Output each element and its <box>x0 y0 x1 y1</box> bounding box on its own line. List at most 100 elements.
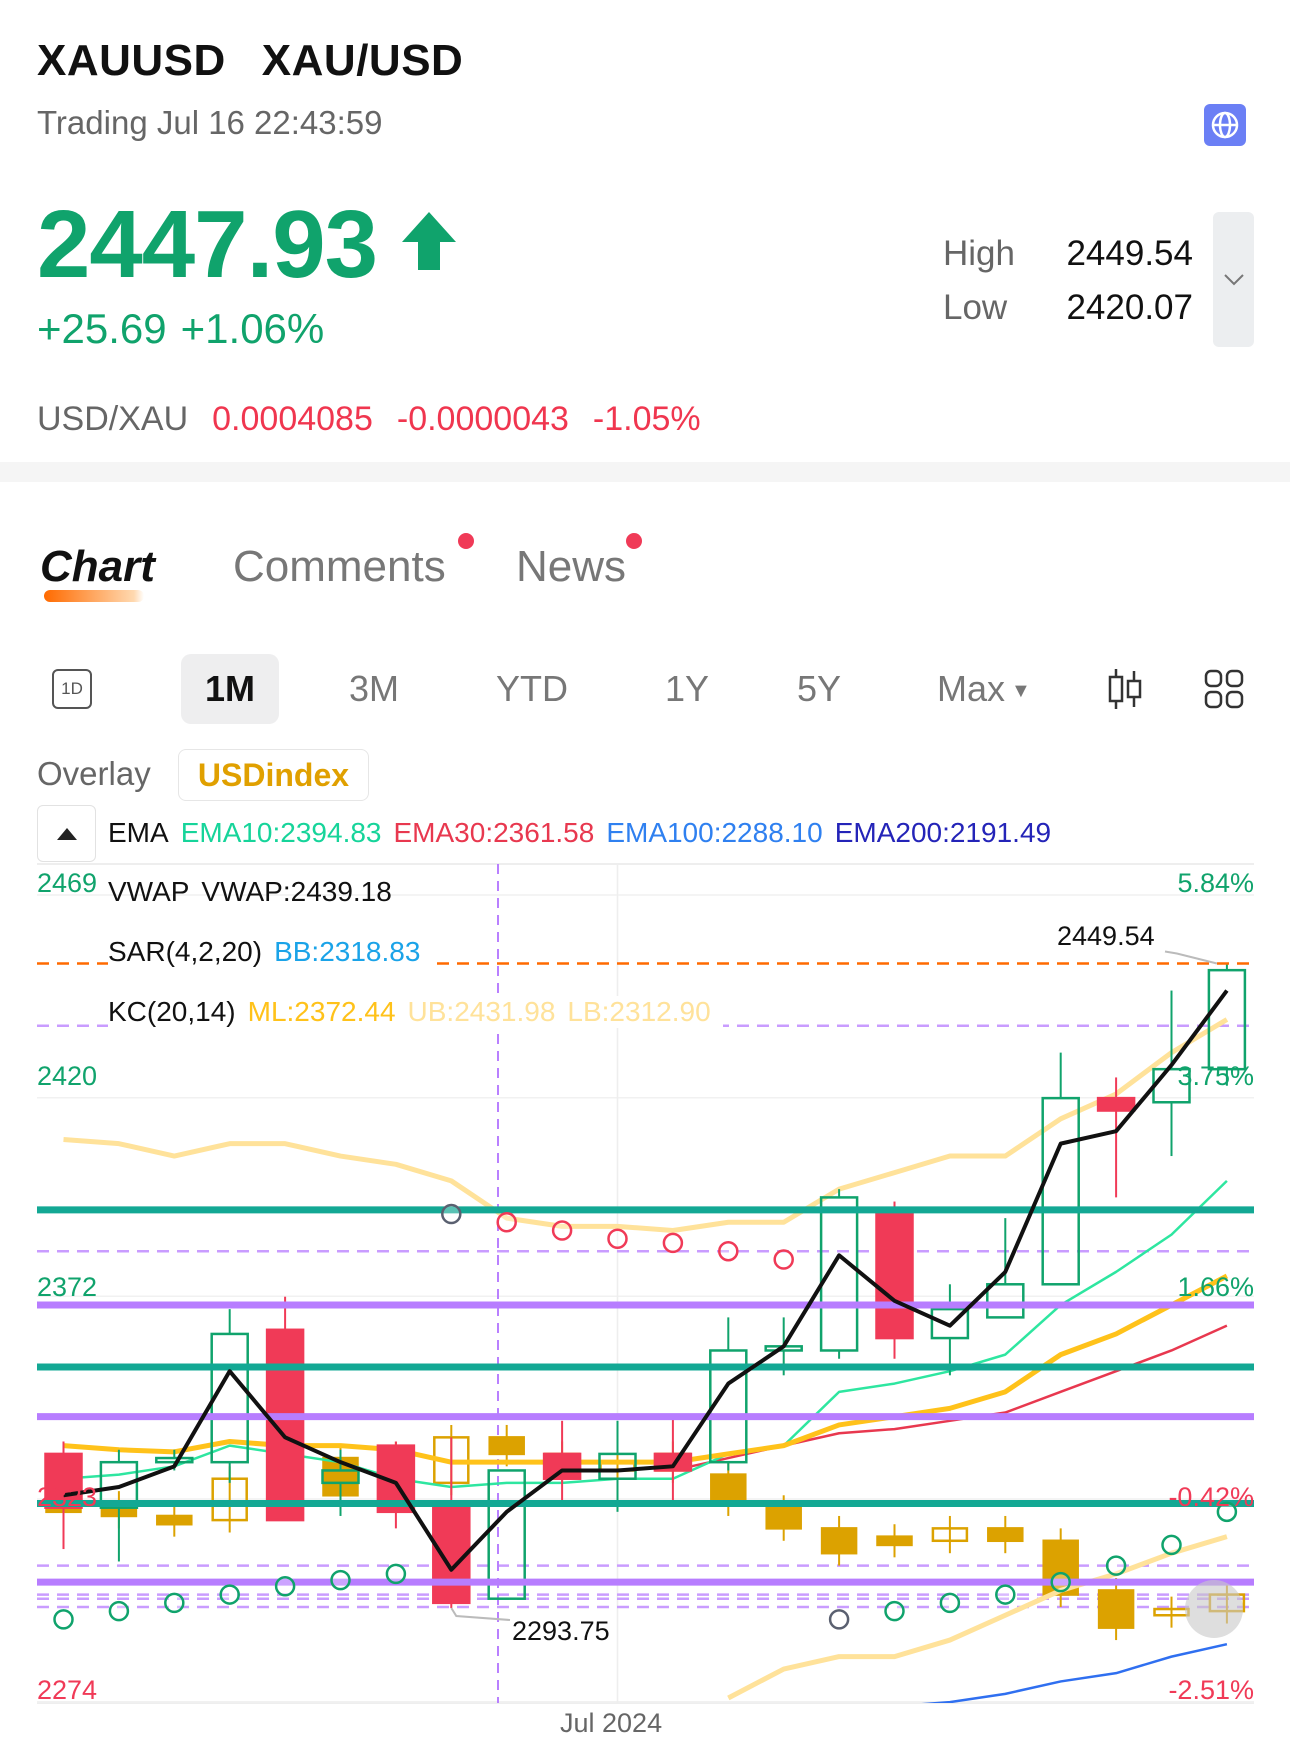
pct-tick-label: 5.84% <box>1177 868 1254 898</box>
kc-legend: KC(20,14) ML:2372.44 UB:2431.98 LB:2312.90 <box>108 996 723 1028</box>
kc-lower-band-line <box>727 1534 1228 1701</box>
pct-tick-label: -2.51% <box>1168 1675 1254 1705</box>
period-max[interactable]: Max ▼ <box>937 668 1031 710</box>
sar-dot <box>164 1592 185 1614</box>
ema10-value: EMA10:2394.83 <box>180 817 382 848</box>
x-axis-label: Jul 2024 <box>560 1708 663 1738</box>
candlestick-icon[interactable] <box>1106 667 1144 716</box>
sar-dot <box>108 1600 130 1622</box>
triangle-up-icon <box>56 827 77 840</box>
low-value: 2420.07 <box>1066 288 1193 327</box>
floating-action-button[interactable] <box>1185 1580 1243 1638</box>
sar-dot <box>385 1563 407 1585</box>
sar-dot <box>551 1220 573 1241</box>
sar-dot <box>1050 1571 1071 1593</box>
news-badge-dot <box>626 533 642 549</box>
globe-icon[interactable] <box>1204 104 1246 146</box>
period-max-label: Max <box>937 668 1006 709</box>
sar-dot <box>1105 1555 1127 1576</box>
vwap-label: VWAP <box>108 876 190 907</box>
candle-up <box>155 1456 194 1464</box>
sar-dot <box>884 1600 905 1622</box>
period-3m[interactable]: 3M <box>349 668 399 710</box>
tab-chart[interactable]: Chart <box>40 542 155 602</box>
overlay-usdindex-chip[interactable]: USDindex <box>178 749 369 801</box>
kc-label: KC(20,14) <box>108 996 236 1027</box>
symbol-title: XAUUSD XAU/USD <box>37 36 499 86</box>
candle-up <box>986 1283 1025 1319</box>
y-tick-label: 2420 <box>37 1061 98 1091</box>
sar-dot <box>995 1584 1016 1605</box>
y-tick-label: 2274 <box>37 1675 98 1705</box>
kc-ub-value: UB:2431.98 <box>407 996 556 1027</box>
grid-icon[interactable] <box>1204 669 1244 714</box>
high-row: High 2449.54 <box>0 234 1290 274</box>
sar-dot <box>274 1576 296 1597</box>
candle-down <box>542 1452 582 1480</box>
sar-dot <box>607 1228 628 1250</box>
candle-down <box>1096 1096 1136 1112</box>
kc-lb-value: LB:2312.90 <box>567 996 711 1027</box>
kc-upper-band-line <box>63 1017 1229 1234</box>
expand-stats-button[interactable] <box>1213 212 1254 347</box>
sar-dot <box>53 1609 74 1630</box>
vwap-value: VWAP:2439.18 <box>201 876 392 907</box>
tab-chart-label: Chart <box>40 542 155 591</box>
overlay-label: Overlay <box>37 755 151 792</box>
symbol-code: XAUUSD <box>37 36 226 85</box>
overlay-candle <box>820 1527 858 1555</box>
sar-dot <box>939 1592 961 1614</box>
pct-tick-label: 3.75% <box>1177 1061 1254 1091</box>
high-value: 2449.54 <box>1066 234 1193 273</box>
vwap-line <box>63 989 1229 1572</box>
period-1y[interactable]: 1Y <box>665 668 709 710</box>
ema-label: EMA <box>108 817 169 848</box>
bb-value: BB:2318.83 <box>274 936 421 967</box>
sar-dot <box>496 1211 517 1233</box>
inverse-price: 0.0004085 <box>212 400 373 438</box>
period-ytd[interactable]: YTD <box>496 668 568 710</box>
price-chart[interactable] <box>0 860 1290 1749</box>
sar-dot <box>330 1569 351 1591</box>
overlay-candle <box>987 1527 1024 1543</box>
sar-dot <box>662 1232 684 1254</box>
period-1m[interactable]: 1M <box>181 654 279 724</box>
pct-tick-label: 1.66% <box>1177 1272 1254 1302</box>
ema100-value: EMA100:2288.10 <box>606 817 823 848</box>
sar-dot <box>718 1240 739 1262</box>
sar-legend: SAR(4,2,20) BB:2318.83 <box>108 936 433 968</box>
kc-ml-value: ML:2372.44 <box>247 996 396 1027</box>
high-label: High <box>943 234 1015 273</box>
sar-dot <box>219 1584 240 1605</box>
caret-down-icon: ▼ <box>1011 679 1031 702</box>
sar-dot <box>773 1249 794 1270</box>
candle-down <box>875 1212 914 1340</box>
chevron-down-icon <box>1223 273 1244 285</box>
low-marker-leader <box>450 1607 511 1622</box>
period-5y[interactable]: 5Y <box>797 668 841 710</box>
comments-badge-dot <box>458 533 474 549</box>
overlay-candle <box>1097 1589 1135 1629</box>
inverse-change: -0.0000043 <box>396 400 569 438</box>
active-tab-underline <box>44 590 144 602</box>
trading-status: Trading Jul 16 22:43:59 <box>37 104 383 141</box>
day-interval-icon[interactable]: 1D <box>52 669 92 709</box>
y-tick-label: 2323 <box>37 1482 98 1512</box>
overlay-candle <box>765 1506 802 1530</box>
collapse-indicators-button[interactable] <box>37 805 96 862</box>
sar-label: SAR(4,2,20) <box>108 936 263 967</box>
inverse-quote: USD/XAU 0.0004085 -0.0000043 -1.05% <box>37 400 701 439</box>
overlay-candle <box>710 1473 747 1505</box>
sar-dot <box>828 1609 850 1630</box>
overlay-candle <box>488 1436 525 1456</box>
tab-news[interactable]: News <box>516 542 626 592</box>
ema-legend: EMA EMA10:2394.83 EMA30:2361.58 EMA100:2288… <box>108 817 1063 849</box>
y-tick-label: 2372 <box>37 1272 98 1302</box>
chart-plot <box>37 864 1254 1703</box>
tab-comments[interactable]: Comments <box>233 542 446 592</box>
low-row: Low 2420.07 <box>0 288 1290 328</box>
sar-dot <box>441 1203 462 1225</box>
inverse-change-percent: -1.05% <box>592 400 701 438</box>
low-marker-label: 2293.75 <box>512 1616 610 1646</box>
y-tick-label: 2469 <box>37 868 98 898</box>
